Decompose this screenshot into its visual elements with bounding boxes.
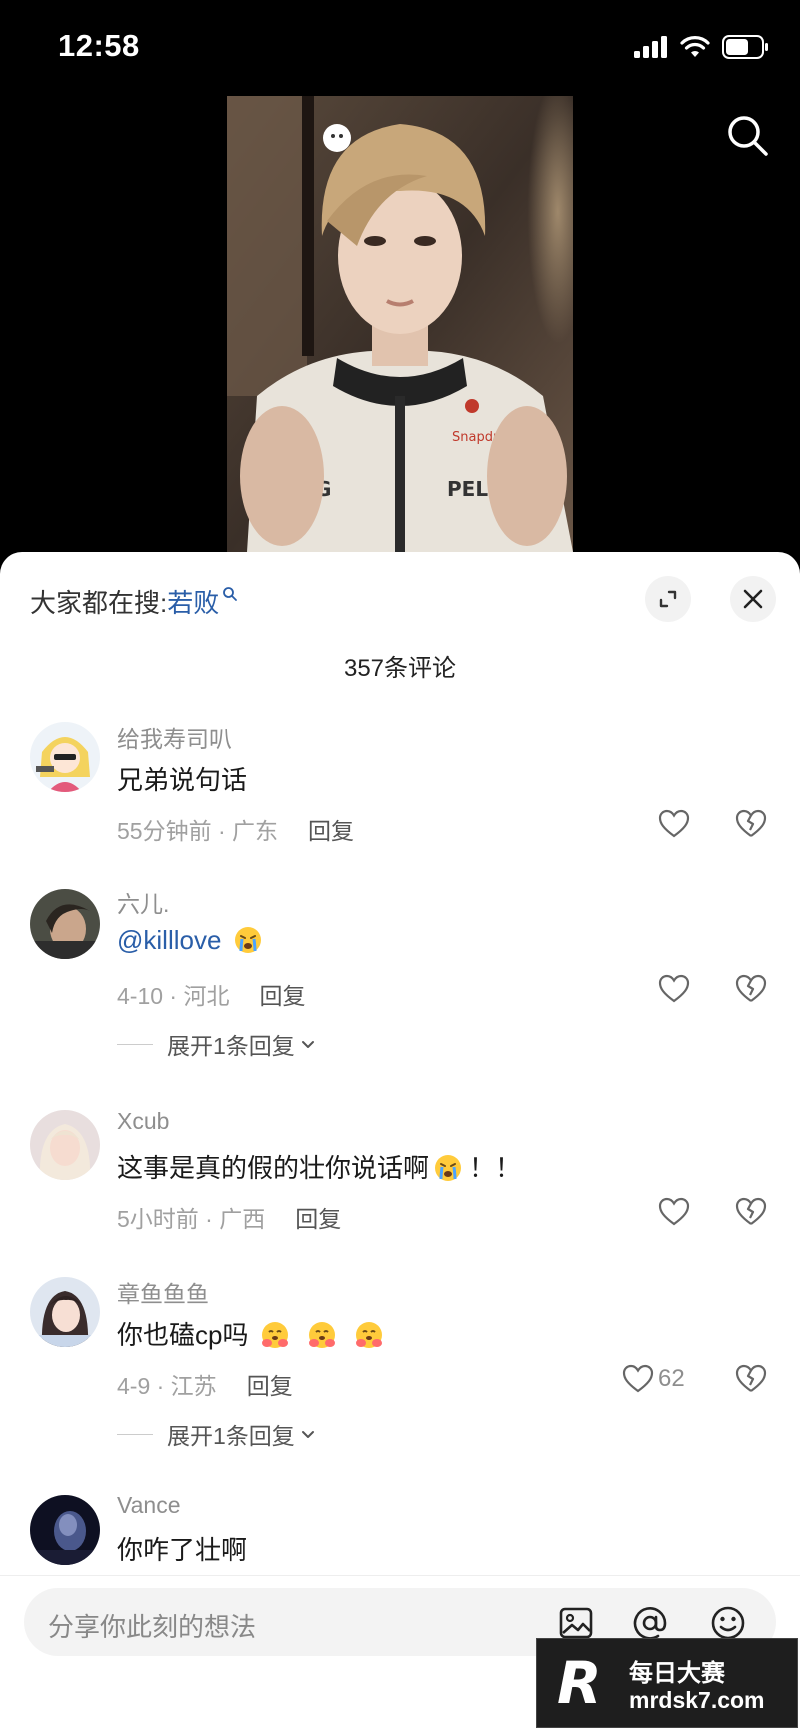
dislike-button[interactable]	[735, 1197, 767, 1232]
comment-time-location: 55分钟前 · 广东	[117, 818, 279, 844]
reply-button[interactable]: 回复	[259, 983, 305, 1009]
status-bar: 12:58	[0, 0, 800, 96]
hot-search-label: 大家都在搜:	[30, 588, 168, 618]
comment-text: 兄弟说句话	[117, 765, 248, 795]
at-icon[interactable]	[632, 1605, 668, 1641]
comment-text-tail: ！！	[469, 1153, 522, 1183]
comment-username[interactable]: 六儿.	[117, 885, 169, 919]
like-button[interactable]	[658, 974, 690, 1004]
comment-item: 六儿. @killlove 4-10 · 河北 回复 展开1条回复	[0, 877, 800, 1087]
close-button[interactable]	[730, 576, 776, 622]
reply-button[interactable]: 回复	[247, 1373, 293, 1399]
crying-emoji	[435, 1155, 462, 1181]
avatar[interactable]	[30, 722, 100, 792]
avatar[interactable]	[30, 1495, 100, 1565]
image-icon[interactable]	[558, 1605, 594, 1641]
comment-text: @killlove	[117, 925, 263, 956]
comment-text: 你咋了壮啊	[117, 1535, 248, 1565]
video-thumbnail[interactable]: Snapdragon PEL JDG	[227, 96, 573, 552]
comment-item: Xcub 这事是真的假的壮你说话啊 ！！ 5小时前 · 广西 回复	[0, 1100, 800, 1260]
comment-text: 你也磕cp吗	[117, 1315, 384, 1352]
comment-username[interactable]: 给我寿司叭	[117, 720, 232, 754]
dislike-button[interactable]	[735, 974, 767, 1009]
expand-icon	[659, 590, 677, 608]
comment-sheet: 大家都在搜: 若败 357条评论 给我寿司叭 兄弟说句话 55分钟前 · 广东 …	[0, 552, 800, 1731]
broken-heart-icon	[735, 974, 767, 1002]
comment-count: 357条评论	[343, 655, 457, 682]
comment-meta: 4-10 · 河北 回复	[117, 977, 305, 1011]
divider-line	[117, 1043, 153, 1045]
status-icons	[634, 34, 770, 60]
wifi-icon	[680, 36, 710, 57]
comment-item: 给我寿司叭 兄弟说句话 55分钟前 · 广东 回复	[0, 712, 800, 872]
avatar[interactable]	[30, 889, 100, 959]
broken-heart-icon	[735, 1197, 767, 1225]
comment-text-body: 你也磕cp吗	[117, 1320, 249, 1350]
comment-time-location: 4-10 · 河北	[117, 983, 230, 1009]
svg-text:PEL: PEL	[447, 477, 488, 501]
like-button[interactable]	[658, 809, 690, 839]
hug-emoji	[308, 1322, 335, 1348]
expand-replies-button[interactable]: 展开1条回复	[117, 1027, 317, 1061]
comment-text-body: 这事是真的假的壮你说话啊	[117, 1153, 430, 1183]
comment-time-location: 5小时前 · 广西	[117, 1206, 266, 1232]
search-icon	[223, 586, 238, 601]
hug-emoji	[261, 1322, 288, 1348]
like-button[interactable]: 62	[622, 1364, 685, 1394]
signal-icon	[634, 36, 667, 58]
reply-button[interactable]: 回复	[295, 1206, 341, 1232]
expand-replies-label: 展开1条回复	[167, 1423, 295, 1449]
comment-time-location: 4-9 · 江苏	[117, 1373, 217, 1399]
expand-replies-button[interactable]: 展开1条回复	[117, 1417, 317, 1451]
heart-icon	[658, 809, 690, 838]
divider-line	[117, 1433, 153, 1435]
comment-meta: 4-9 · 江苏 回复	[117, 1367, 293, 1401]
comment-username[interactable]: Xcub	[117, 1108, 169, 1135]
expand-button[interactable]	[645, 576, 691, 622]
search-icon[interactable]	[724, 112, 772, 160]
reply-button[interactable]: 回复	[308, 818, 354, 844]
chevron-down-icon	[301, 1431, 314, 1438]
comment-username[interactable]: 章鱼鱼鱼	[117, 1275, 209, 1309]
like-count: 62	[658, 1365, 685, 1392]
watermark-url: mrdsk7.com	[629, 1687, 765, 1713]
status-time: 12:58	[58, 28, 140, 63]
broken-heart-icon	[735, 1364, 767, 1392]
video-image: Snapdragon PEL JDG	[227, 96, 573, 552]
battery-icon	[722, 35, 768, 59]
close-icon	[743, 589, 763, 609]
sheet-header: 大家都在搜: 若败	[0, 552, 800, 642]
mention-link[interactable]: @killlove	[117, 925, 221, 955]
comment-item: 章鱼鱼鱼 你也磕cp吗 4-9 · 江苏 回复 62 展开1条回复	[0, 1267, 800, 1477]
video-area[interactable]: Snapdragon PEL JDG	[0, 96, 800, 552]
watermark-title: 每日大赛	[629, 1660, 725, 1687]
heart-icon	[658, 1197, 690, 1226]
comment-username[interactable]: Vance	[117, 1492, 181, 1519]
dislike-button[interactable]	[735, 1364, 767, 1399]
heart-icon	[658, 974, 690, 1003]
dislike-button[interactable]	[735, 809, 767, 844]
like-button[interactable]	[658, 1197, 690, 1227]
chevron-down-icon	[301, 1041, 314, 1048]
input-placeholder: 分享你此刻的想法	[48, 1612, 257, 1642]
watermark-logo: R	[557, 1649, 602, 1717]
comment-meta: 5小时前 · 广西 回复	[117, 1200, 341, 1234]
watermark-overlay: R 每日大赛 mrdsk7.com	[536, 1638, 798, 1728]
crying-emoji	[234, 927, 261, 953]
hot-search-term[interactable]: 若败	[167, 583, 219, 620]
avatar[interactable]	[30, 1277, 100, 1347]
avatar[interactable]	[30, 1110, 100, 1180]
hot-search[interactable]: 大家都在搜: 若败	[30, 583, 238, 620]
comment-text: 这事是真的假的壮你说话啊 ！！	[117, 1148, 521, 1185]
broken-heart-icon	[735, 809, 767, 837]
heart-icon	[622, 1364, 654, 1393]
smiley-icon[interactable]	[710, 1605, 746, 1641]
expand-replies-label: 展开1条回复	[167, 1033, 295, 1059]
comment-meta: 55分钟前 · 广东 回复	[117, 812, 354, 846]
hug-emoji	[356, 1322, 383, 1348]
